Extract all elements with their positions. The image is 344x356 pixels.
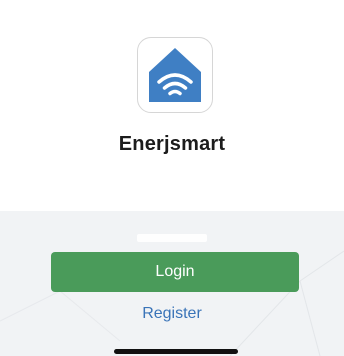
house-wifi-icon bbox=[149, 48, 201, 102]
app-name: Enerjsmart bbox=[118, 133, 226, 155]
app-logo bbox=[137, 37, 213, 113]
login-screen: Enerjsmart Login Register bbox=[0, 0, 344, 356]
register-link[interactable]: Register bbox=[0, 305, 344, 323]
home-indicator[interactable] bbox=[114, 349, 238, 354]
login-button[interactable]: Login bbox=[51, 252, 299, 292]
faint-divider bbox=[137, 234, 207, 242]
